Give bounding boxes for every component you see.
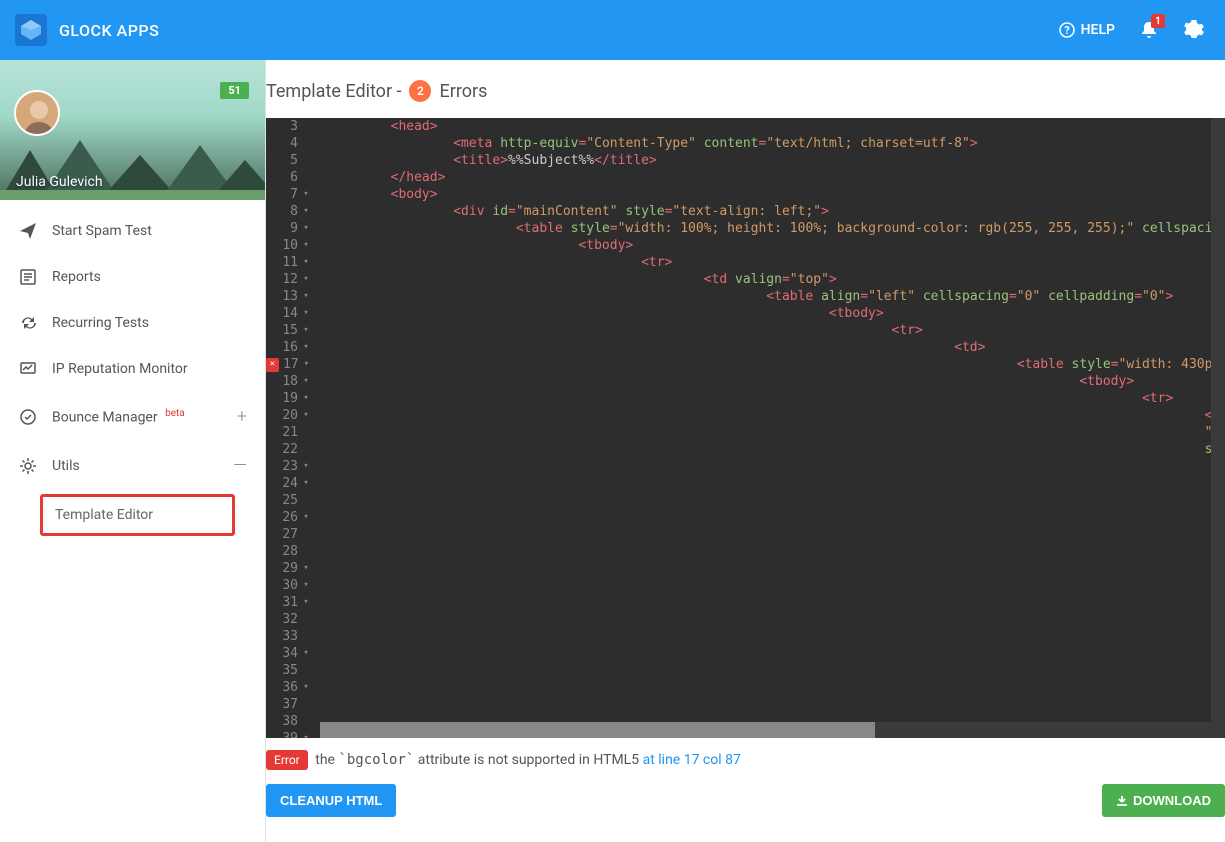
sidebar: 51 Julia Gulevich Start Spam Test Report…	[0, 60, 266, 842]
nav-reports[interactable]: Reports	[0, 254, 265, 300]
cleanup-html-button[interactable]: CLEANUP HTML	[266, 784, 396, 817]
avatar[interactable]	[14, 90, 60, 136]
notifications-button[interactable]: 1	[1139, 20, 1159, 40]
nav-template-editor[interactable]: Template Editor	[40, 494, 235, 536]
monitor-icon	[18, 360, 38, 378]
editor-gutter: 34567▾8▾9▾10▾11▾12▾13▾14▾15▾16▾✕17▾18▾19…	[266, 118, 320, 738]
recurring-icon	[18, 314, 38, 332]
notification-badge: 1	[1151, 14, 1165, 28]
editor-horizontal-scrollbar[interactable]	[320, 722, 1225, 738]
beta-tag: beta	[165, 408, 185, 419]
download-icon	[1116, 795, 1128, 807]
nav-utils[interactable]: Utils —	[0, 441, 265, 490]
error-label: Error	[266, 750, 308, 770]
logo-area[interactable]: GLOCK APPS	[15, 14, 159, 46]
help-icon: ?	[1059, 22, 1075, 38]
nav-list: Start Spam Test Reports Recurring Tests …	[0, 200, 265, 548]
error-message: Error the `bgcolor` attribute is not sup…	[266, 752, 1225, 768]
profile-panel: 51 Julia Gulevich	[0, 60, 265, 200]
main-content: Template Editor - 2 Errors 34567▾8▾9▾10▾…	[266, 60, 1225, 842]
svg-text:?: ?	[1064, 24, 1070, 37]
nav-bounce-manager[interactable]: Bounce Manager beta +	[0, 392, 265, 441]
app-header: GLOCK APPS ? HELP 1	[0, 0, 1225, 60]
paper-plane-icon	[18, 222, 38, 240]
bounce-icon	[18, 408, 38, 426]
gear-icon	[1183, 19, 1205, 41]
gear-sm-icon	[18, 457, 38, 475]
profile-count-badge: 51	[220, 82, 249, 99]
nav-recurring-tests[interactable]: Recurring Tests	[0, 300, 265, 346]
app-title: GLOCK APPS	[59, 21, 159, 40]
collapse-icon[interactable]: —	[233, 455, 247, 476]
report-icon	[18, 268, 38, 286]
settings-button[interactable]	[1183, 19, 1205, 41]
profile-name: Julia Gulevich	[16, 174, 103, 190]
error-location-link[interactable]: at line 17 col 87	[643, 752, 741, 768]
page-title: Template Editor - 2 Errors	[266, 76, 1225, 118]
download-button[interactable]: DOWNLOAD	[1102, 784, 1225, 817]
scrollbar-thumb[interactable]	[320, 722, 875, 738]
code-editor[interactable]: 34567▾8▾9▾10▾11▾12▾13▾14▾15▾16▾✕17▾18▾19…	[266, 118, 1225, 738]
nav-start-spam-test[interactable]: Start Spam Test	[0, 208, 265, 254]
error-text: the `bgcolor` attribute is not supported…	[315, 752, 639, 768]
help-link[interactable]: ? HELP	[1059, 22, 1115, 38]
app-logo-icon	[15, 14, 47, 46]
error-count-badge: 2	[409, 80, 431, 102]
editor-code-area[interactable]: <head> <meta http-equiv="Content-Type" c…	[320, 118, 1225, 738]
editor-vertical-scrollbar[interactable]	[1211, 118, 1225, 722]
nav-ip-reputation[interactable]: IP Reputation Monitor	[0, 346, 265, 392]
expand-icon[interactable]: +	[237, 406, 247, 427]
